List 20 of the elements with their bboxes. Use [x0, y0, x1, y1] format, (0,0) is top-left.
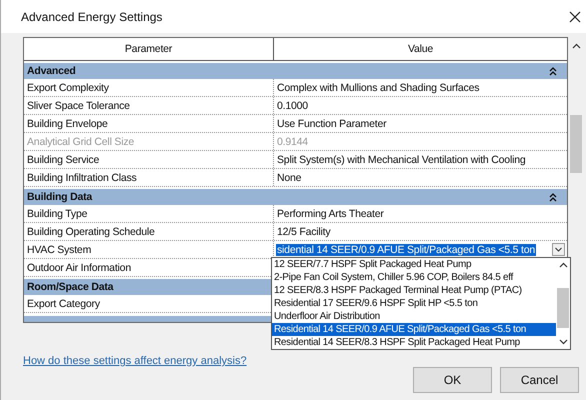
parameter-cell: Building Envelope — [24, 115, 274, 132]
parameter-cell: Export Complexity — [24, 79, 274, 96]
value-cell-text: 12/5 Facility — [276, 224, 332, 240]
value-cell-text: Split System(s) with Mechanical Ventilation with Cooling — [276, 152, 526, 168]
value-cell-text: 0.1000 — [276, 98, 309, 114]
window-title: Advanced Energy Settings — [21, 10, 162, 24]
combo-value: sidential 14 SEER/0.9 AFUE Split/Packaged Gas <5.5 ton — [276, 244, 536, 256]
parameter-cell: Building Infiltration Class — [24, 169, 274, 186]
value-cell-text: Complex with Mullions and Shading Surfaces — [276, 80, 480, 96]
parameter-cell: Building Operating Schedule — [24, 223, 274, 240]
parameter-cell: Sliver Space Tolerance — [24, 97, 274, 114]
parameter-cell: Building Type — [24, 205, 274, 222]
parameter-cell: Building Service — [24, 151, 274, 168]
parameter-cell: Outdoor Air Information — [24, 259, 274, 276]
value-cell-text: Use Function Parameter — [276, 116, 388, 132]
parameter-cell: Analytical Grid Cell Size — [24, 133, 274, 150]
value-cell-text: 0.9144 — [276, 134, 309, 150]
value-cell-text: None — [276, 170, 302, 186]
parameter-cell: Export Category — [24, 295, 274, 312]
value-cell-text: Performing Arts Theater — [276, 206, 385, 222]
